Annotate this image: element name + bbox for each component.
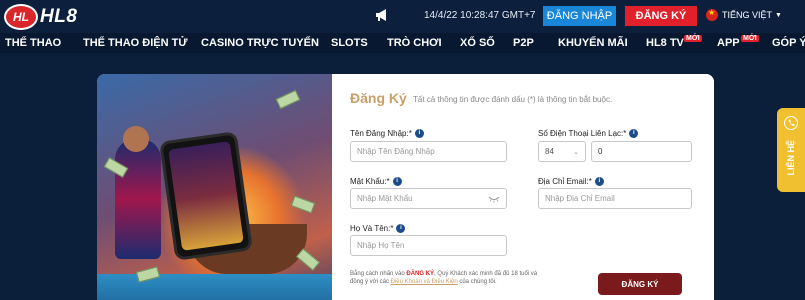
logo[interactable]: HL HL8 — [4, 3, 77, 30]
nav-item-p2p[interactable]: P2P — [513, 37, 534, 49]
language-selector[interactable]: TIẾNG VIỆT ▼ — [706, 8, 782, 21]
promo-money-bill — [296, 248, 320, 271]
password-label-text: Mật Khẩu:* — [350, 177, 390, 186]
promo-sea — [97, 274, 332, 300]
megaphone-icon[interactable] — [374, 7, 390, 23]
info-icon[interactable]: i — [629, 129, 639, 138]
register-button[interactable]: ĐĂNG KÝ — [625, 6, 697, 26]
terms-suffix: của chúng tôi. — [459, 279, 497, 285]
nav-item-the-thao[interactable]: THỂ THAO — [5, 37, 61, 49]
nav-item-the-thao-dien-tu[interactable]: THỂ THAO ĐIỆN TỬ — [83, 37, 187, 49]
logo-text: HL8 — [40, 5, 78, 27]
contact-tab[interactable]: LIÊN HỆ — [777, 108, 805, 192]
phone-label: Số Điện Thoại Liên Lạc:* i — [538, 129, 639, 138]
language-label: TIẾNG VIỆT — [722, 10, 773, 20]
phone-value: 0 — [598, 147, 603, 156]
fullname-label-text: Họ Và Tên:* — [350, 224, 394, 233]
promo-money-bill — [275, 89, 301, 110]
terms-emphasis: ĐĂNG KÝ — [406, 271, 435, 277]
eye-hidden-icon[interactable] — [488, 195, 500, 203]
email-placeholder: Nhập Địa Chỉ Email — [545, 194, 615, 203]
password-label: Mật Khẩu:* i — [350, 177, 402, 186]
info-icon[interactable]: i — [392, 177, 402, 186]
email-label: Địa Chỉ Email:* i — [538, 177, 604, 186]
promo-player-head — [123, 126, 149, 152]
contact-label: LIÊN HỆ — [786, 140, 796, 176]
fullname-label: Họ Và Tên:* i — [350, 224, 406, 233]
logo-mark: HL — [4, 3, 38, 30]
nav-item-casino[interactable]: CASINO TRỰC TUYẾN — [201, 37, 319, 49]
fullname-input[interactable]: Nhập Họ Tên — [350, 235, 507, 256]
chevron-down-icon: ⌄ — [573, 149, 579, 156]
info-icon[interactable]: i — [396, 224, 406, 233]
chevron-down-icon: ▼ — [775, 11, 782, 19]
username-label: Tên Đăng Nhập:* i — [350, 129, 424, 138]
info-icon[interactable]: i — [594, 177, 604, 186]
nav-item-app[interactable]: APP — [717, 37, 740, 49]
promo-phone-screen — [168, 141, 244, 251]
country-code-select[interactable]: 84 ⌄ — [538, 141, 586, 162]
register-form: Đăng Ký Tất cả thông tin được đánh dấu (… — [332, 74, 714, 300]
new-badge: MỚI — [741, 35, 759, 42]
login-button[interactable]: ĐĂNG NHẬP — [543, 6, 616, 26]
password-placeholder: Nhập Mật Khẩu — [357, 194, 413, 203]
email-input[interactable]: Nhập Địa Chỉ Email — [538, 188, 692, 209]
email-label-text: Địa Chỉ Email:* — [538, 177, 592, 186]
main-nav: THỂ THAO THỂ THAO ĐIỆN TỬ CASINO TRỰC TU… — [0, 33, 805, 53]
fullname-placeholder: Nhập Họ Tên — [357, 241, 405, 250]
terms-prefix: Bằng cách nhấn vào — [350, 271, 405, 277]
nav-item-xo-so[interactable]: XỔ SỐ — [460, 37, 495, 49]
form-hint: Tất cả thông tin được đánh dấu (*) là th… — [413, 95, 613, 104]
username-input[interactable]: Nhập Tên Đăng Nhập — [350, 141, 507, 162]
nav-item-tro-choi[interactable]: TRÒ CHƠI — [387, 37, 442, 49]
promo-player — [115, 139, 161, 259]
promo-phone — [159, 131, 253, 261]
new-badge: MỚI — [684, 35, 702, 42]
username-placeholder: Nhập Tên Đăng Nhập — [357, 147, 435, 156]
username-label-text: Tên Đăng Nhập:* — [350, 129, 412, 138]
top-bar: HL HL8 14/4/22 10:28:47 GMT+7 ĐĂNG NHẬP … — [0, 0, 805, 33]
submit-register-button[interactable]: ĐĂNG KÝ — [598, 273, 682, 295]
password-input[interactable]: Nhập Mật Khẩu — [350, 188, 507, 209]
phone-label-text: Số Điện Thoại Liên Lạc:* — [538, 129, 627, 138]
nav-item-gop-y[interactable]: GÓP Ý — [772, 37, 805, 49]
phone-input[interactable]: 0 — [591, 141, 692, 162]
nav-item-khuyen-mai[interactable]: KHUYẾN MÃI — [558, 37, 628, 49]
promo-banner — [97, 74, 332, 300]
vietnam-flag-icon — [706, 8, 718, 21]
country-code-value: 84 — [545, 147, 554, 156]
nav-item-slots[interactable]: SLOTS — [331, 37, 368, 49]
phone-icon — [784, 116, 798, 130]
terms-link[interactable]: Điều Khoản và Điều Kiện — [391, 279, 458, 285]
info-icon[interactable]: i — [414, 129, 424, 138]
nav-item-hl8-tv[interactable]: HL8 TV — [646, 37, 684, 49]
form-title: Đăng Ký — [350, 90, 407, 106]
terms-text: Bằng cách nhấn vào ĐĂNG KÝ, Quý Khách xá… — [350, 270, 542, 286]
register-modal: Đăng Ký Tất cả thông tin được đánh dấu (… — [97, 74, 714, 300]
server-clock: 14/4/22 10:28:47 GMT+7 — [424, 10, 536, 21]
